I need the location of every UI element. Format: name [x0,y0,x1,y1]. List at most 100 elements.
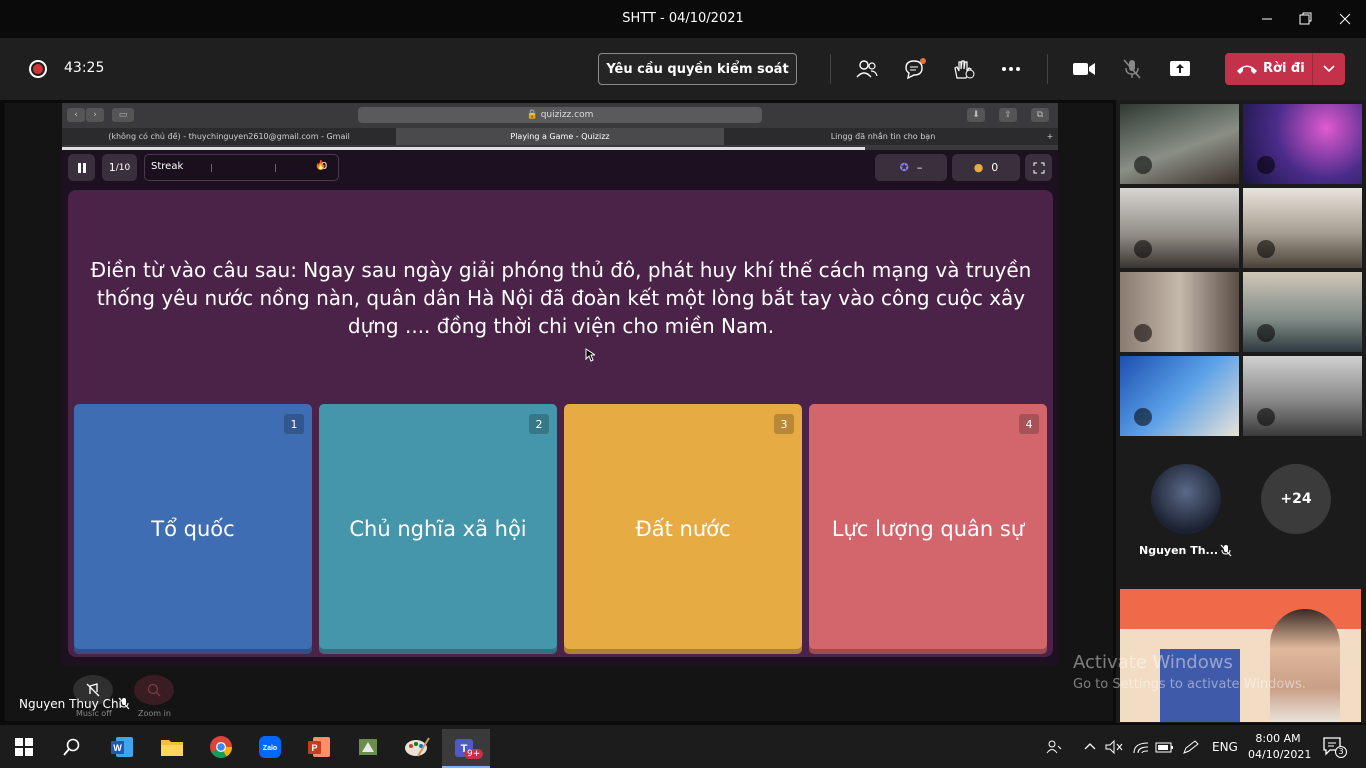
raise-hand-button[interactable] [948,54,978,84]
raise-hand-icon [954,60,975,79]
share-button[interactable]: ⇪ [999,108,1017,122]
participant-video-tile[interactable] [1120,104,1239,184]
tab-messenger[interactable]: Lingg đã nhắn tin cho bạn [724,128,1042,145]
counter-current: 1 [108,161,116,174]
chrome-icon [210,736,232,758]
answer-option-1[interactable]: 1 Tổ quốc [74,404,312,654]
flame-icon: 🔥 [315,161,327,171]
answer-option-4[interactable]: 4 Lực lượng quân sự [809,404,1047,654]
powerpoint-icon: P [308,737,330,757]
participant-video-tile[interactable] [1243,104,1362,184]
taskbar-file-explorer[interactable] [154,729,190,765]
app-icon [359,739,377,755]
mic-muted-icon [1257,156,1275,174]
self-video-person [1270,609,1340,722]
option-number: 4 [1019,414,1039,434]
tab-quizizz[interactable]: Playing a Game - Quizizz [396,128,724,145]
mic-muted-icon [1134,156,1152,174]
tray-expand-icon[interactable] [1083,740,1097,754]
people-icon [856,60,878,78]
folder-icon [161,740,183,756]
start-button[interactable] [6,729,42,765]
share-screen-button[interactable] [1165,54,1195,84]
coins-indicator: ● 0 [952,154,1020,181]
leave-label: Rời đi [1263,61,1305,76]
microphone-button[interactable] [1117,54,1147,84]
pen-icon[interactable] [1182,740,1200,757]
request-control-button[interactable]: Yêu cầu quyền kiểm soát [598,53,797,85]
taskbar-word[interactable]: W [104,729,140,765]
participants-button[interactable] [852,54,882,84]
more-icon [1002,67,1020,71]
taskbar-zalo[interactable]: Zalo [252,729,288,765]
taskbar-chrome[interactable] [203,729,239,765]
restore-icon [1299,12,1312,25]
tabs-overview-button[interactable]: ⧉ [1031,108,1049,122]
window-title: SHTT - 04/10/2021 [622,11,744,26]
camera-button[interactable] [1069,54,1099,84]
back-button[interactable]: ‹ [67,108,85,122]
answer-option-2[interactable]: 2 Chủ nghĩa xã hội [319,404,557,654]
chevron-down-icon [1323,65,1335,73]
rank-indicator: ✪ – [875,154,947,181]
activate-windows-subtitle: Go to Settings to activate Windows. [1073,677,1306,692]
search-button[interactable] [54,729,90,765]
battery-icon[interactable] [1155,740,1175,757]
url-text: quizizz.com [540,110,594,120]
participant-video-tile[interactable] [1120,272,1239,352]
option-number: 3 [774,414,794,434]
pause-button[interactable] [68,154,95,181]
recording-icon [29,60,47,78]
participant-video-tile[interactable] [1120,356,1239,436]
taskbar-paint[interactable] [399,729,435,765]
participant-avatar[interactable] [1151,464,1221,534]
close-window-button[interactable] [1322,0,1366,38]
forward-button[interactable]: › [86,108,104,122]
more-participants-button[interactable]: +24 [1261,464,1331,534]
people-tray-icon[interactable] [1046,740,1062,757]
streak-bar: Streak 0 🔥 [144,154,339,181]
option-label: Chủ nghĩa xã hội [349,517,527,541]
mic-muted-icon [1257,408,1275,426]
chat-button[interactable] [900,54,930,84]
tab-gmail[interactable]: (không có chủ đề) - thuychinguyen2610@gm… [62,128,396,145]
svg-text:P: P [311,743,317,753]
volume-muted-icon[interactable] [1105,739,1123,757]
fullscreen-button[interactable] [1025,154,1052,181]
participant-video-tile[interactable] [1120,188,1239,268]
taskbar-clock[interactable]: 8:00 AM 04/10/2021 [1248,731,1311,763]
download-button[interactable]: ⬇ [967,108,985,122]
participant-video-tile[interactable] [1243,188,1362,268]
taskbar-powerpoint[interactable]: P [301,729,337,765]
mic-muted-icon [1123,59,1141,79]
answer-option-3[interactable]: 3 Đất nước [564,404,802,654]
chat-icon [905,58,926,80]
participant-video-tile[interactable] [1243,356,1362,436]
leave-button[interactable]: Rời đi [1225,53,1345,85]
pause-icon [77,162,86,173]
notifications-button[interactable]: 3 [1322,736,1347,758]
question-text: Điền từ vào câu sau: Ngay sau ngày giải … [90,258,1032,338]
paint-icon [405,737,430,757]
address-bar[interactable]: 🔒 quizizz.com [358,107,762,123]
title-bar: SHTT - 04/10/2021 [0,0,1366,38]
mic-muted-icon [1134,240,1152,258]
zoom-in-button[interactable] [134,675,174,705]
language-indicator[interactable]: ENG [1212,740,1238,754]
sidebar-toggle-button[interactable]: ▭ [112,108,134,122]
taskbar-app[interactable] [350,729,386,765]
coins-icon: ● [973,161,984,174]
wifi-icon[interactable] [1132,740,1150,757]
new-tab-button[interactable]: + [1042,128,1058,145]
participant-video-tile[interactable] [1243,272,1362,352]
question-counter: 1/10 [102,154,137,181]
camera-icon [1073,63,1095,75]
taskbar-teams[interactable]: T 9+ [442,729,490,768]
quiz-progress-bar [62,147,865,150]
zoom-in-icon [147,683,161,697]
streak-label: Streak [151,161,184,172]
share-screen-icon [1170,61,1190,76]
teams-badge: 9+ [464,749,484,759]
more-actions-button[interactable] [996,54,1026,84]
notifications-count: 3 [1335,746,1347,758]
